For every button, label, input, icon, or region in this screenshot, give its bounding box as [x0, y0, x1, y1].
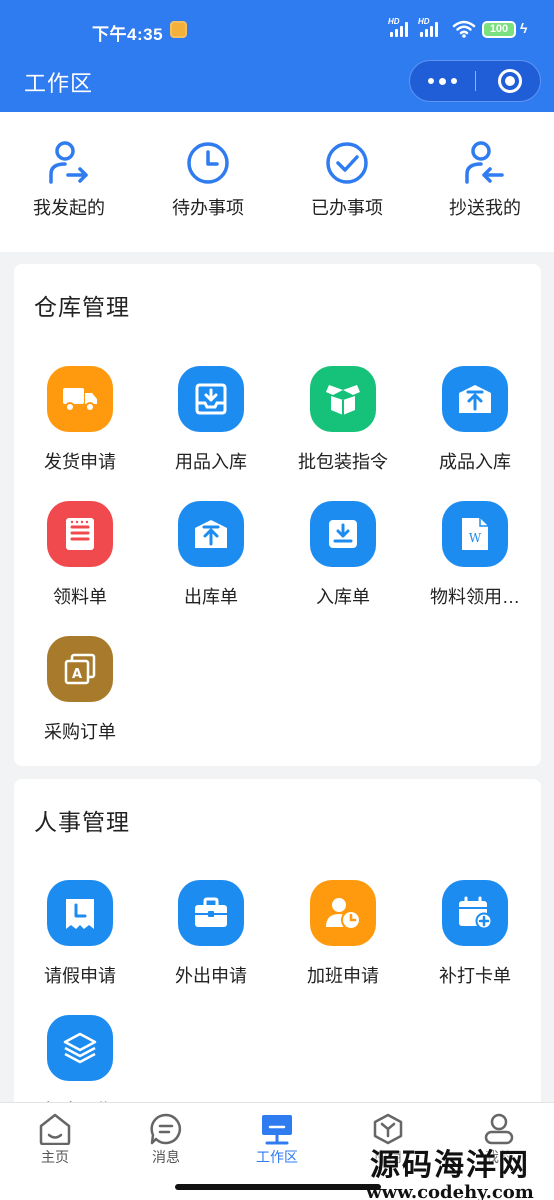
tab-label: 主页	[41, 1149, 69, 1165]
dot-icon	[427, 78, 434, 84]
charging-icon: ϟ	[520, 20, 528, 36]
section-title: 仓库管理	[34, 294, 130, 320]
quick-action-cc[interactable]: 抄送我的	[420, 140, 550, 220]
status-time: 下午4:35	[92, 25, 164, 44]
more-button[interactable]	[410, 61, 474, 101]
tab-home[interactable]: 主页	[0, 1113, 110, 1167]
watermark: 源码海洋网 www.codehy.com	[350, 1140, 550, 1200]
message-icon	[150, 1113, 182, 1145]
app-outbound-order[interactable]: 出库单	[145, 501, 277, 609]
app-leave-request[interactable]: 请假申请	[14, 880, 146, 988]
watermark-name: 源码海洋网	[370, 1148, 530, 1183]
app-label: 用品入库	[175, 452, 247, 472]
quick-action-initiated[interactable]: 我发起的	[4, 140, 134, 220]
app-inbound-order[interactable]: 入库单	[277, 501, 409, 609]
quick-action-label: 已办事项	[311, 198, 383, 218]
tab-workspace[interactable]: 工作区	[222, 1113, 332, 1167]
dot-icon	[450, 78, 457, 84]
app-label: 加班申请	[307, 966, 379, 986]
app-supplies-inbound[interactable]: 用品入库	[145, 366, 277, 474]
app-label: 物料领用…	[430, 587, 520, 607]
battery-icon: 100	[482, 21, 516, 38]
app-label: 请假申请	[44, 966, 116, 986]
clock-icon	[187, 142, 229, 184]
app-shipping-request[interactable]: 发货申请	[14, 366, 146, 474]
app-label: 入库单	[316, 587, 370, 607]
tray-download-icon	[178, 366, 244, 432]
word-doc-icon: W	[442, 501, 508, 567]
tab-label: 工作区	[256, 1149, 298, 1165]
warehouse-section: 仓库管理 发货申请 用品入库 批包装指令 成品入库 领料单 出库单 入库单 W …	[14, 264, 541, 766]
app-material-requisition[interactable]: 领料单	[14, 501, 146, 609]
app-packaging-instruction[interactable]: 批包装指令	[277, 366, 409, 474]
quick-action-todo[interactable]: 待办事项	[143, 140, 273, 220]
layers-icon	[47, 1015, 113, 1081]
capsule-divider	[475, 71, 476, 91]
quick-action-label: 我发起的	[33, 198, 105, 218]
home-indicator	[175, 1184, 381, 1190]
user-arrow-out-icon	[49, 141, 88, 184]
header: 下午4:35 HD HD 100 ϟ 工作区	[0, 0, 554, 112]
title-bar: 工作区	[0, 56, 554, 112]
quick-actions-bar: 我发起的 待办事项 已办事项 抄送我的	[0, 112, 554, 252]
status-bar: 下午4:35 HD HD 100 ϟ	[0, 0, 554, 56]
tab-label: 消息	[152, 1149, 180, 1165]
quick-action-label: 待办事项	[172, 198, 244, 218]
notification-icon	[170, 21, 187, 38]
app-label: 成品入库	[439, 452, 511, 472]
app-finished-goods-inbound[interactable]: 成品入库	[409, 366, 541, 474]
truck-icon	[47, 366, 113, 432]
document-a-icon: A	[47, 636, 113, 702]
app-label: 采购订单	[44, 722, 116, 742]
close-target-icon[interactable]	[498, 69, 522, 93]
app-material-usage[interactable]: W 物料领用…	[409, 501, 541, 609]
svg-text:W: W	[469, 531, 482, 545]
tray-download-icon	[310, 501, 376, 567]
app-label: 领料单	[53, 587, 107, 607]
app-purchase-order[interactable]: A 采购订单	[14, 636, 146, 744]
calendar-plus-icon	[442, 880, 508, 946]
app-overtime-request[interactable]: 加班申请	[277, 880, 409, 988]
user-clock-icon	[310, 880, 376, 946]
app-label: 发货申请	[44, 452, 116, 472]
check-circle-icon	[326, 142, 368, 184]
section-title: 人事管理	[34, 809, 130, 835]
app-label: 出库单	[184, 587, 238, 607]
tab-messages[interactable]: 消息	[111, 1113, 221, 1167]
house-upload-icon	[442, 366, 508, 432]
workspace-icon	[262, 1115, 292, 1145]
wifi-icon	[452, 20, 476, 38]
signal-icon: HD	[388, 17, 408, 37]
box-icon	[310, 366, 376, 432]
page-title: 工作区	[24, 71, 94, 96]
app-label: 补打卡单	[439, 966, 511, 986]
calendar-leave-icon	[47, 880, 113, 946]
user-arrow-in-icon	[465, 141, 504, 184]
house-upload-icon	[178, 501, 244, 567]
list-icon	[47, 501, 113, 567]
app-label: 外出申请	[175, 966, 247, 986]
signal-icon: HD	[418, 17, 438, 37]
quick-action-done[interactable]: 已办事项	[282, 140, 412, 220]
dot-icon	[438, 77, 446, 85]
quick-action-label: 抄送我的	[449, 198, 521, 218]
home-icon	[39, 1113, 71, 1145]
app-missed-clock-in[interactable]: 补打卡单	[409, 880, 541, 988]
app-label: 批包装指令	[298, 452, 388, 472]
briefcase-icon	[178, 880, 244, 946]
app-outing-request[interactable]: 外出申请	[145, 880, 277, 988]
mini-program-capsule	[409, 60, 541, 102]
svg-text:A: A	[72, 667, 82, 682]
